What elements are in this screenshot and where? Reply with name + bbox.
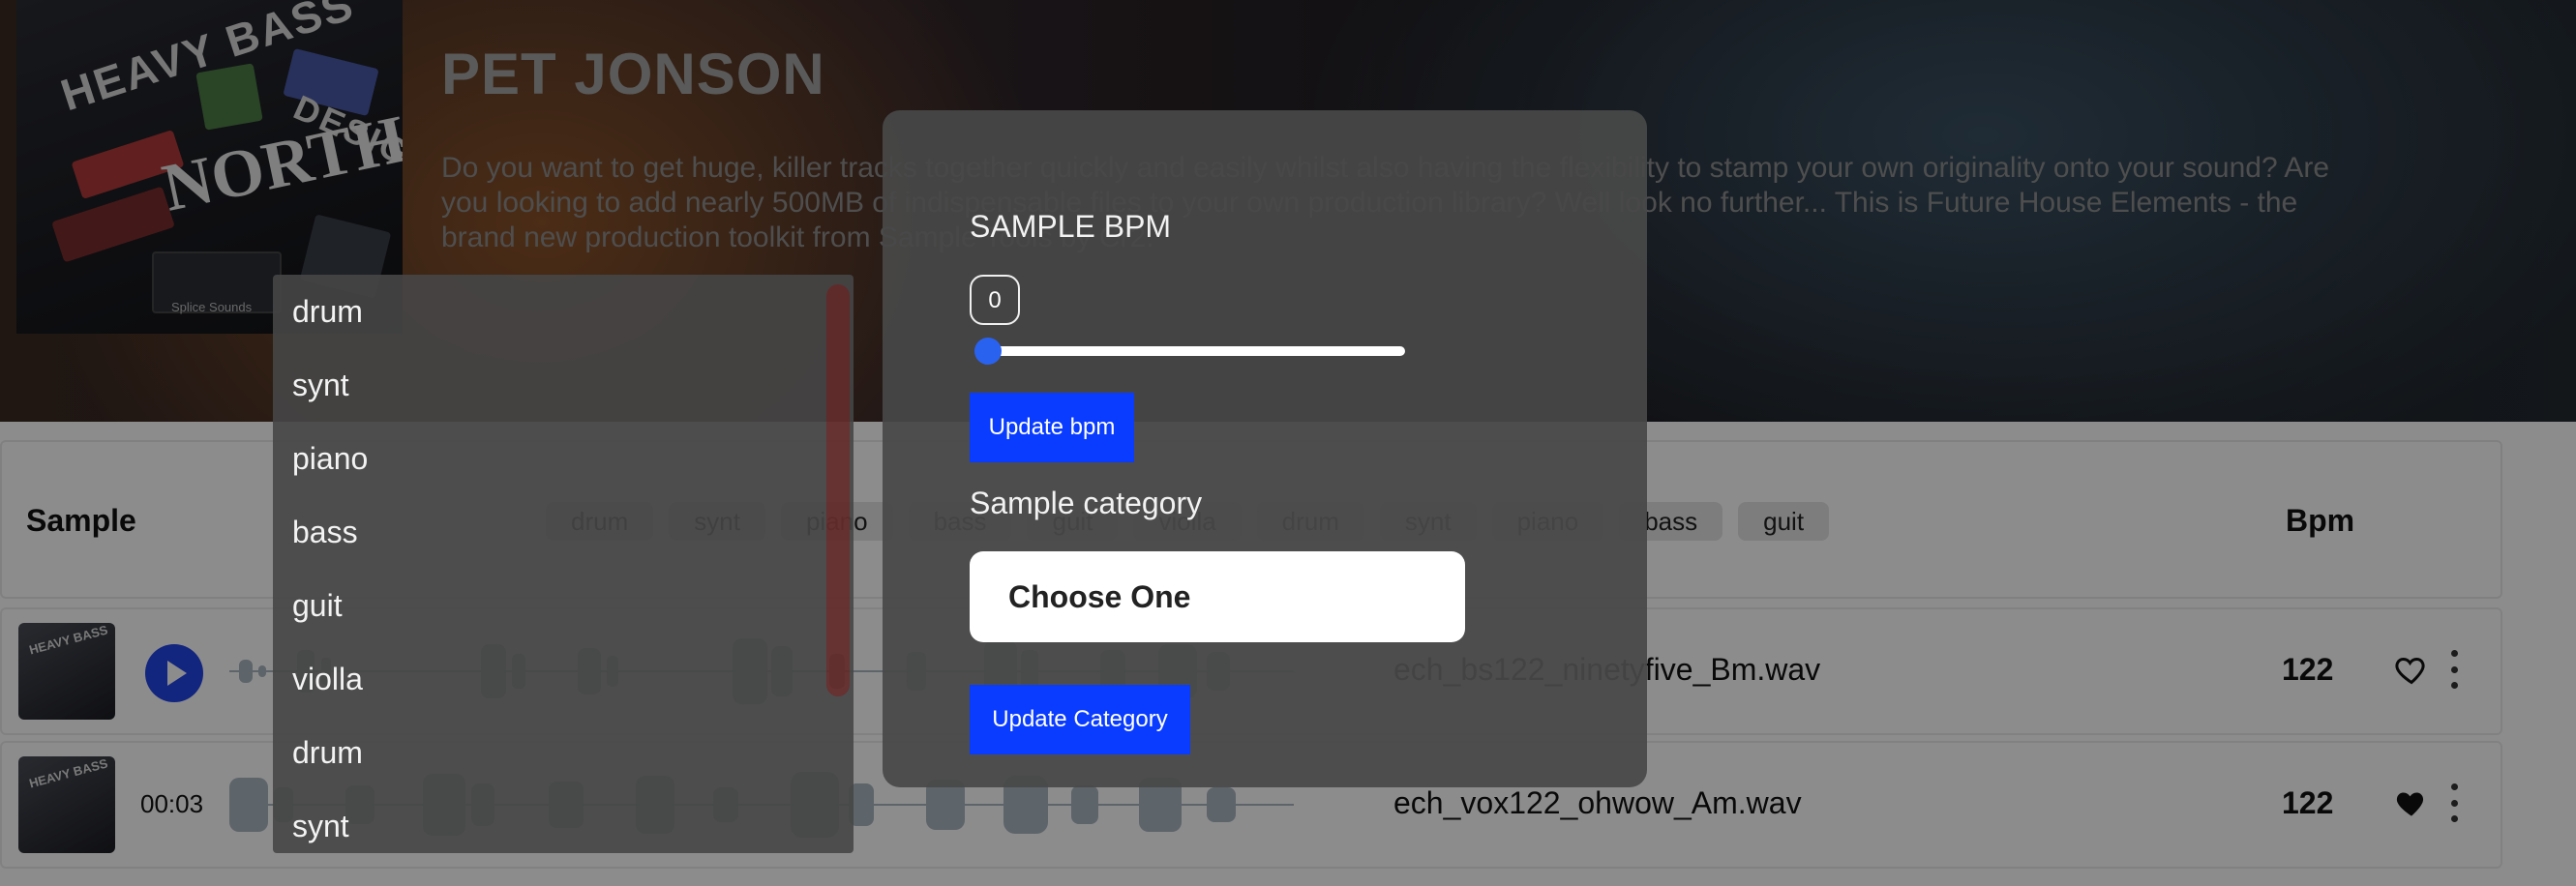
update-bpm-button[interactable]: Update bpm	[970, 393, 1134, 462]
bpm-value-bubble: 0	[970, 275, 1020, 325]
category-dropdown-list: drum synt piano bass guit violla drum sy…	[273, 275, 854, 853]
dropdown-option[interactable]: drum	[273, 275, 854, 348]
edit-sample-modal: SAMPLE BPM 0 Update bpm Sample category …	[883, 110, 1647, 787]
sample-bpm-label: SAMPLE BPM	[970, 209, 1172, 244]
update-category-button[interactable]: Update Category	[970, 685, 1190, 754]
dropdown-option[interactable]: guit	[273, 569, 854, 642]
dropdown-option[interactable]: drum	[273, 716, 854, 789]
dropdown-option[interactable]: synt	[273, 789, 854, 853]
dropdown-option[interactable]: violla	[273, 642, 854, 716]
dropdown-option[interactable]: bass	[273, 495, 854, 569]
bpm-slider-thumb[interactable]	[974, 338, 1002, 365]
category-select[interactable]: Choose One	[970, 551, 1465, 642]
dropdown-scrollbar[interactable]	[826, 275, 854, 853]
sample-category-label: Sample category	[970, 486, 1203, 520]
dropdown-option[interactable]: piano	[273, 422, 854, 495]
dropdown-option[interactable]: synt	[273, 348, 854, 422]
bpm-slider-track[interactable]	[979, 346, 1405, 356]
dropdown-scrollbar-thumb[interactable]	[826, 284, 850, 696]
